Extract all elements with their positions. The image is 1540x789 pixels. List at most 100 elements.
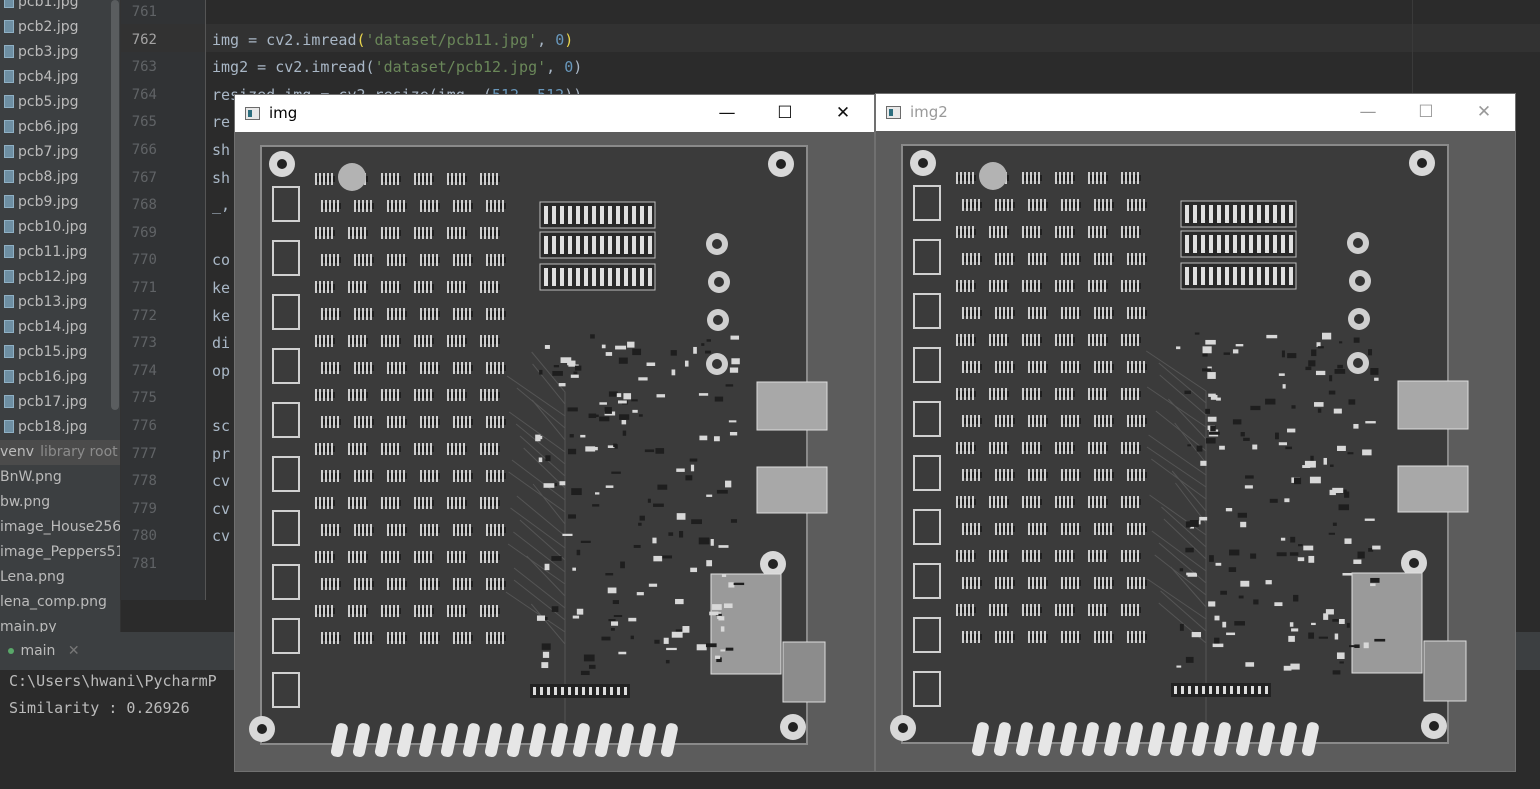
tree-item[interactable]: pcb18.jpg xyxy=(0,415,87,440)
tree-item[interactable]: pcb13.jpg xyxy=(0,290,87,315)
image-canvas xyxy=(876,131,1515,771)
tree-item[interactable]: BnW.png xyxy=(0,465,62,490)
close-button[interactable]: ✕ xyxy=(814,95,872,132)
tree-item[interactable]: venv library root xyxy=(0,440,120,465)
image-file-icon xyxy=(4,419,14,433)
image-file-icon xyxy=(4,344,14,358)
line-number: 766 xyxy=(131,142,157,158)
tree-item[interactable]: pcb1.jpg xyxy=(0,0,79,15)
maximize-button[interactable]: ☐ xyxy=(1397,94,1455,131)
code-line: cv xyxy=(212,499,231,518)
tree-item-label: pcb1.jpg xyxy=(18,0,79,10)
close-button[interactable]: ✕ xyxy=(1455,94,1513,131)
window-titlebar[interactable]: img — ☐ ✕ xyxy=(235,95,874,132)
tree-item[interactable]: Lena.png xyxy=(0,565,65,590)
tree-item-label: image_Peppers512 xyxy=(0,544,120,560)
close-tab-icon[interactable]: ✕ xyxy=(68,643,80,659)
gutter-separator xyxy=(205,0,206,600)
tree-item[interactable]: pcb2.jpg xyxy=(0,15,79,40)
run-tab-main[interactable]: main ✕ xyxy=(0,632,80,670)
line-number: 768 xyxy=(131,197,157,214)
tree-item[interactable]: image_House256rg xyxy=(0,515,120,540)
image-file-icon xyxy=(4,244,14,258)
code-token: ) xyxy=(573,58,583,77)
line-number: 765 xyxy=(131,114,157,131)
tree-item-label: pcb11.jpg xyxy=(18,244,88,260)
window-img2[interactable]: img2 — ☐ ✕ xyxy=(875,93,1516,772)
line-number: 780 xyxy=(131,528,157,545)
tree-item-label: lena_comp.png xyxy=(0,594,107,610)
tree-item[interactable]: pcb3.jpg xyxy=(0,40,79,65)
tree-item[interactable]: pcb16.jpg xyxy=(0,365,87,390)
line-number: 771 xyxy=(131,280,157,296)
code-line: sh xyxy=(212,168,231,187)
code-line: re xyxy=(212,113,231,132)
tree-item[interactable]: main.py xyxy=(0,615,57,632)
tree-item[interactable]: bw.png xyxy=(0,490,50,515)
line-number: 772 xyxy=(131,307,157,324)
code-line: op xyxy=(212,361,231,380)
tree-item[interactable]: pcb17.jpg xyxy=(0,390,87,415)
tree-item[interactable]: pcb14.jpg xyxy=(0,315,87,340)
tree-item[interactable]: pcb9.jpg xyxy=(0,190,79,215)
image-file-icon xyxy=(4,144,14,158)
tree-item[interactable]: pcb10.jpg xyxy=(0,215,87,240)
line-number: 767 xyxy=(131,169,157,186)
pcb-board-drawing xyxy=(876,131,1515,771)
image-file-icon xyxy=(4,69,14,83)
window-title: img2 xyxy=(910,103,948,121)
code-token: 0 xyxy=(564,58,574,77)
tree-item-label: pcb12.jpg xyxy=(18,269,88,285)
minimize-button[interactable]: — xyxy=(698,95,756,132)
image-file-icon xyxy=(4,0,14,8)
tree-item[interactable]: pcb8.jpg xyxy=(0,165,79,190)
tree-item[interactable]: image_Peppers512 xyxy=(0,540,120,565)
code-token: ( xyxy=(356,30,366,49)
tree-item[interactable]: lena_comp.png xyxy=(0,590,107,615)
tree-item[interactable]: pcb4.jpg xyxy=(0,65,79,90)
tree-item-label: pcb16.jpg xyxy=(18,369,88,385)
tree-item-label: pcb7.jpg xyxy=(18,144,79,160)
console-line: C:\Users\hwani\PycharmP xyxy=(9,672,217,690)
line-number: 778 xyxy=(131,473,157,490)
image-file-icon xyxy=(4,394,14,408)
tree-item[interactable]: pcb15.jpg xyxy=(0,340,87,365)
project-tree: pcb1.jpg pcb2.jpg pcb3.jpg pcb4.jpg pcb5.jpg… xyxy=(0,0,120,632)
window-titlebar[interactable]: img2 — ☐ ✕ xyxy=(876,94,1515,131)
app-icon xyxy=(886,106,901,119)
tree-item[interactable]: pcb11.jpg xyxy=(0,240,87,265)
code-line: cv xyxy=(212,527,231,546)
tree-item-label: pcb14.jpg xyxy=(18,319,88,335)
code-token: ) xyxy=(564,30,574,49)
project-tree-scrollbar[interactable] xyxy=(111,0,119,410)
tree-item-label: main.py xyxy=(0,619,57,632)
code-line: img = cv2.imread('dataset/pcb11.jpg', 0) xyxy=(212,26,573,54)
library-root-label: library root xyxy=(40,444,118,460)
code-line: di xyxy=(212,334,231,353)
tree-item[interactable]: pcb5.jpg xyxy=(0,90,79,115)
code-line: _, xyxy=(212,196,231,215)
tree-item[interactable]: pcb12.jpg xyxy=(0,265,87,290)
tree-item-label: pcb8.jpg xyxy=(18,169,79,185)
code-token: img = cv2.imread xyxy=(212,30,357,49)
code-line: co xyxy=(212,251,231,270)
line-number: 770 xyxy=(131,252,157,269)
maximize-button[interactable]: ☐ xyxy=(756,95,814,132)
tree-item-label: bw.png xyxy=(0,494,51,510)
image-file-icon xyxy=(4,19,14,33)
code-token: 'dataset/pcb12.jpg' xyxy=(374,58,547,77)
image-file-icon xyxy=(4,119,14,133)
image-file-icon xyxy=(4,294,14,308)
tree-item-label: image_House256rg xyxy=(0,519,120,535)
line-number: 777 xyxy=(131,445,157,462)
pcb-board-drawing xyxy=(235,132,874,771)
image-file-icon xyxy=(4,269,14,283)
window-img[interactable]: img — ☐ ✕ xyxy=(234,94,875,772)
line-number: 774 xyxy=(131,362,157,379)
tree-item[interactable]: pcb7.jpg xyxy=(0,140,79,165)
line-number: 779 xyxy=(131,500,157,517)
tree-item[interactable]: pcb6.jpg xyxy=(0,115,79,140)
line-number: 763 xyxy=(131,59,157,76)
minimize-button[interactable]: — xyxy=(1339,94,1397,131)
tree-item-label: pcb18.jpg xyxy=(18,419,88,435)
